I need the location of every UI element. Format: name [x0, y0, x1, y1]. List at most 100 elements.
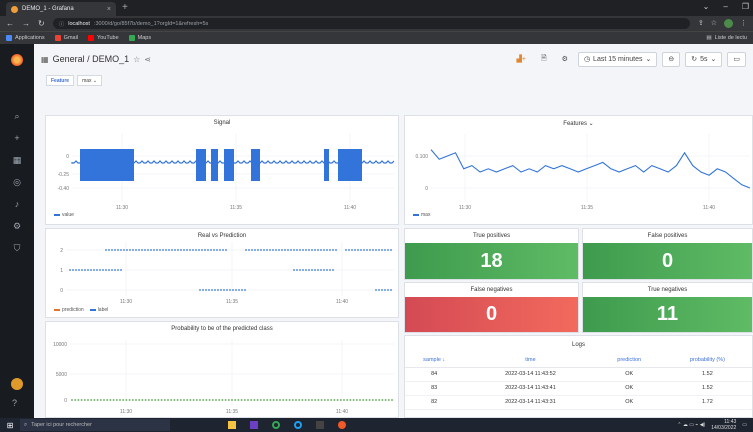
variable-select[interactable]: max ⌄	[77, 75, 103, 86]
url-input[interactable]: ⓘ localhost:3000/d/go/85f7b/demo_1?orgId…	[52, 18, 690, 29]
label-point	[168, 249, 170, 251]
save-icon[interactable]: 🗎	[536, 52, 552, 67]
share-icon[interactable]: ⋖	[144, 55, 151, 64]
close-tab-icon[interactable]: ×	[107, 6, 111, 13]
dashboard-title[interactable]: General / DEMO_1	[53, 54, 130, 64]
panel-signal[interactable]: Signal 0 -0.25 -0.40 11:30 11:35 11:40 value	[45, 115, 399, 225]
probability-point	[288, 399, 291, 401]
stat-true-negatives[interactable]: True negatives 11	[582, 282, 753, 333]
y-tick-label: 1	[60, 268, 63, 274]
label-point	[302, 269, 304, 271]
stat-false-negatives[interactable]: False negatives 0	[404, 282, 579, 333]
maximize-icon[interactable]: ❐	[742, 2, 749, 11]
help-icon[interactable]: ?	[12, 398, 17, 408]
gear-icon[interactable]: ⚙	[13, 222, 22, 231]
probability-point	[112, 399, 115, 401]
probability-point	[250, 399, 253, 401]
file-explorer-icon[interactable]	[228, 421, 236, 429]
legend[interactable]: max	[413, 212, 430, 218]
label-point	[232, 289, 234, 291]
legend[interactable]: value	[54, 212, 74, 218]
probability-point	[183, 399, 185, 401]
probability-point	[83, 399, 86, 401]
tray-icons[interactable]: ⌃ ☁ ▭ ⌁ ◀)	[677, 422, 705, 428]
legend[interactable]: prediction label	[54, 307, 108, 313]
label-point	[192, 249, 194, 251]
bookmark-gmail[interactable]: Gmail	[54, 35, 78, 41]
windows-start-icon[interactable]: ⊞	[0, 421, 20, 430]
taskbar-clock[interactable]: 11:43 14/03/2022	[711, 419, 736, 431]
notifications-icon[interactable]: ▭	[742, 422, 747, 428]
time-range-label: Last 15 minutes	[593, 55, 643, 63]
bookmark-maps[interactable]: Maps	[128, 35, 151, 41]
visual-studio-icon[interactable]	[250, 421, 258, 429]
back-icon[interactable]: ←	[6, 19, 14, 28]
dashboards-icon[interactable]: ▦	[13, 156, 22, 165]
settings-gear-icon[interactable]: ⚙	[557, 52, 573, 67]
probability-point	[275, 399, 278, 401]
probability-point	[375, 399, 377, 401]
star-icon[interactable]: ☆	[133, 55, 140, 64]
star-icon[interactable]: ☆	[711, 19, 717, 28]
y-tick-label: 0	[60, 288, 63, 294]
label-point	[108, 249, 110, 251]
plus-icon[interactable]: +	[13, 134, 22, 143]
bookmarks-bar: Applications Gmail YouTube Maps ▤ Liste d…	[0, 31, 753, 44]
panel-logs[interactable]: Logs sample ↓ time prediction probabilit…	[404, 335, 753, 418]
label-point	[317, 249, 319, 251]
x-tick-label: 11:30	[120, 409, 132, 415]
reload-icon[interactable]: ↻	[38, 19, 45, 28]
new-tab-button[interactable]: +	[122, 2, 128, 13]
bookmark-youtube[interactable]: YouTube	[88, 35, 119, 41]
probability-point	[279, 399, 281, 401]
column-header-time[interactable]: time	[463, 354, 598, 368]
user-avatar[interactable]	[11, 378, 23, 390]
chrome-icon[interactable]	[272, 421, 280, 429]
x-tick-label: 11:30	[120, 299, 132, 305]
app-icon[interactable]	[294, 421, 302, 429]
label-point	[207, 249, 209, 251]
taskbar-search-input[interactable]: ⌕ Taper ici pour rechercher	[20, 419, 170, 431]
label-point	[114, 269, 116, 271]
reading-list[interactable]: ▤ Liste de lectu	[706, 35, 747, 41]
chevron-down-icon[interactable]: ⌄	[703, 2, 710, 11]
stat-true-positives[interactable]: True positives 18	[404, 228, 579, 280]
legend-prediction-label: prediction	[62, 307, 84, 313]
forward-icon[interactable]: →	[22, 19, 30, 28]
column-header-prediction[interactable]: prediction	[597, 354, 661, 368]
shield-icon[interactable]: ⛉	[13, 244, 22, 253]
label-point	[323, 269, 325, 271]
stat-false-positives[interactable]: False positives 0	[582, 228, 753, 280]
explore-icon[interactable]: ◎	[13, 178, 22, 187]
tv-mode-button[interactable]: ▭	[727, 51, 746, 67]
probability-point	[282, 399, 285, 401]
bookmark-applications[interactable]: Applications	[6, 35, 45, 41]
panel-title: Logs	[571, 342, 585, 348]
alerting-bell-icon[interactable]: ♪	[13, 200, 22, 209]
add-panel-icon[interactable]: ▟+	[512, 52, 531, 67]
zoom-out-button[interactable]: ⊖	[662, 51, 681, 67]
panel-probability[interactable]: Probability to be of the predicted class…	[45, 321, 399, 418]
profile-avatar[interactable]	[724, 19, 733, 28]
y-tick-label: 0.100	[415, 154, 428, 160]
search-icon[interactable]: ⌕	[13, 112, 22, 121]
probability-point	[208, 399, 211, 401]
column-header-probability[interactable]: probability (%)	[660, 354, 752, 368]
label-point	[120, 249, 122, 251]
minimize-icon[interactable]: –	[723, 2, 727, 11]
column-header-sample[interactable]: sample ↓	[405, 354, 464, 368]
time-picker-button[interactable]: ◷ Last 15 minutes ⌄	[577, 51, 658, 67]
label-point	[323, 249, 325, 251]
panel-real-vs-prediction[interactable]: Real vs Prediction 2 1 0 11:30 11:35 11:40 pr…	[45, 228, 399, 318]
refresh-button[interactable]: ↻ 5s ⌄	[685, 51, 723, 67]
grafana-logo-icon[interactable]	[11, 54, 23, 66]
browser-tab[interactable]: DEMO_1 - Grafana ×	[6, 2, 116, 16]
menu-icon[interactable]: ⋮	[740, 19, 747, 28]
share-icon[interactable]: ⇪	[698, 19, 704, 28]
label-point	[366, 249, 368, 251]
panel-features[interactable]: Features ⌄ 0.100 0 11:30 11:35 11:40 max	[404, 115, 753, 225]
probability-point	[195, 399, 198, 401]
terminal-icon[interactable]	[316, 421, 324, 429]
grafana-app-icon[interactable]	[338, 421, 346, 429]
signal-band	[211, 149, 218, 181]
